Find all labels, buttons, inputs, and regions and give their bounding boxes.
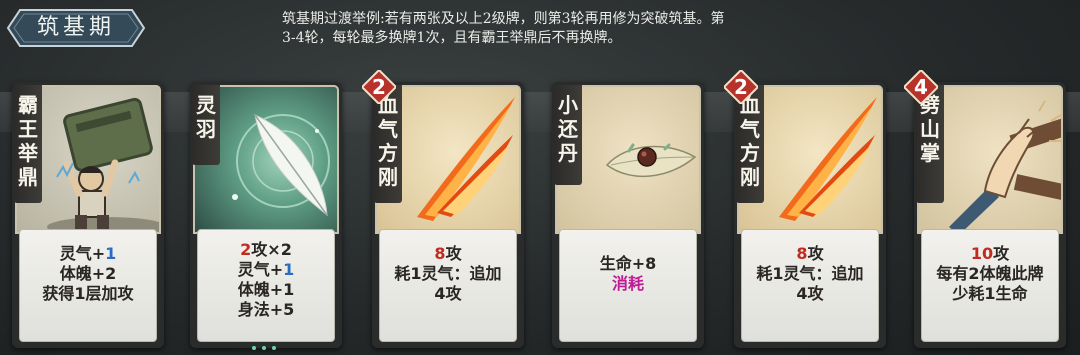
card-line: 耗1灵气：追加 xyxy=(756,264,864,283)
page-dots xyxy=(0,346,1080,352)
card-description: 2攻×2 灵气+1 体魄+1 身法+5 xyxy=(197,229,335,342)
stage-note: 筑基期过渡举例:若有两张及以上2级牌，则第3轮再用修为突破筑基。第 3-4轮，每… xyxy=(282,10,842,48)
card-description: 灵气+1 体魄+2 获得1层加攻 xyxy=(19,229,157,342)
stage-note-line-2: 3-4轮，每轮最多换牌1次，且有霸王举鼎后不再换牌。 xyxy=(282,30,622,46)
cost-badge: 4 xyxy=(904,70,938,104)
card-line: 8攻 xyxy=(434,244,462,263)
card-name-strip: 灵羽 xyxy=(192,85,220,165)
card-pishan-zhang[interactable]: 劈山掌 4 10攻 每有2体魄此牌 少耗1生命 xyxy=(904,70,1066,348)
card-name-strip: 小还丹 xyxy=(554,85,582,185)
card-line: 生命+8 xyxy=(599,254,657,273)
card-xiao-huandan[interactable]: 小还丹 生命+8 消耗 xyxy=(552,82,704,348)
card-line: 每有2体魄此牌 xyxy=(936,264,1044,283)
stage-note-line-1: 筑基期过渡举例:若有两张及以上2级牌，则第3轮再用修为突破筑基。第 xyxy=(282,11,725,27)
card-xueqi-fanggang[interactable]: 血气方刚 2 8攻 耗1灵气：追加 4攻 xyxy=(362,70,524,348)
card-line: 体魄+2 xyxy=(59,264,117,283)
card-ling-yu[interactable]: 灵羽 2攻×2 灵气+1 体魄+1 身法+5 xyxy=(190,82,342,348)
cost-value: 2 xyxy=(734,75,748,99)
stage-title-plaque: 筑基期 xyxy=(6,8,146,48)
cost-value: 4 xyxy=(914,75,928,99)
card-line: 灵气+1 xyxy=(59,244,117,263)
card-description: 生命+8 消耗 xyxy=(559,229,697,342)
dot-icon xyxy=(252,346,256,350)
card-name: 血气方刚 xyxy=(740,93,760,189)
card-description: 10攻 每有2体魄此牌 少耗1生命 xyxy=(921,229,1059,342)
card-name: 霸王举鼎 xyxy=(18,93,38,189)
card-name-strip: 霸王举鼎 xyxy=(14,85,42,203)
card-line: 2攻×2 xyxy=(240,240,292,259)
card-line: 耗1灵气：追加 xyxy=(394,264,502,283)
card-name: 血气方刚 xyxy=(378,93,398,189)
cost-badge: 2 xyxy=(362,70,396,104)
card-line: 获得1层加攻 xyxy=(42,284,134,303)
cost-value: 2 xyxy=(372,75,386,99)
card-description: 8攻 耗1灵气：追加 4攻 xyxy=(379,229,517,342)
card-description: 8攻 耗1灵气：追加 4攻 xyxy=(741,229,879,342)
card-line: 身法+5 xyxy=(237,300,295,319)
cost-badge: 2 xyxy=(724,70,758,104)
card-name: 灵羽 xyxy=(196,93,216,141)
card-bawang-juding[interactable]: 霸王举鼎 灵气+1 体魄+2 获得1层加攻 xyxy=(12,82,164,348)
card-line: 灵气+1 xyxy=(237,260,295,279)
card-line: 8攻 xyxy=(796,244,824,263)
dot-icon xyxy=(272,346,276,350)
card-keyword: 消耗 xyxy=(611,274,644,293)
card-xueqi-fanggang[interactable]: 血气方刚 2 8攻 耗1灵气：追加 4攻 xyxy=(724,70,886,348)
card-line: 4攻 xyxy=(796,284,824,303)
card-line: 少耗1生命 xyxy=(952,284,1028,303)
card-name: 小还丹 xyxy=(558,93,578,165)
card-line: 体魄+1 xyxy=(237,280,295,299)
dot-icon xyxy=(262,346,266,350)
stage-title: 筑基期 xyxy=(36,15,115,40)
card-line: 4攻 xyxy=(434,284,462,303)
card-line: 10攻 xyxy=(970,244,1010,263)
